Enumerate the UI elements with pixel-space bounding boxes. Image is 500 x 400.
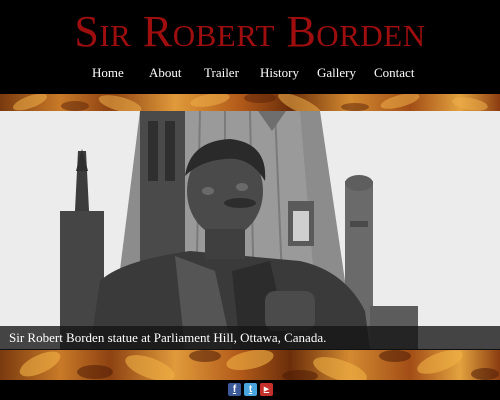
caption-bar: Sir Robert Borden statue at Parliament H… xyxy=(0,326,500,350)
site-header: Sir Robert Borden Home About Trailer His… xyxy=(0,0,500,94)
twitter-icon[interactable]: t xyxy=(244,383,257,396)
autumn-leaves-banner-bottom xyxy=(0,350,500,380)
main-nav: Home About Trailer History Gallery Conta… xyxy=(0,64,500,84)
site-title: Sir Robert Borden xyxy=(74,7,426,56)
hero-photo xyxy=(0,111,500,349)
nav-about[interactable]: About xyxy=(149,64,182,82)
autumn-leaves-banner-top xyxy=(0,94,500,111)
youtube-icon[interactable]: ▶ xyxy=(260,383,273,396)
nav-history[interactable]: History xyxy=(260,64,299,82)
hero-caption: Sir Robert Borden statue at Parliament H… xyxy=(9,330,327,345)
nav-trailer[interactable]: Trailer xyxy=(204,64,239,82)
nav-gallery[interactable]: Gallery xyxy=(317,64,356,82)
borden-statue-image xyxy=(0,111,500,349)
facebook-icon[interactable]: f xyxy=(228,383,241,396)
nav-home[interactable]: Home xyxy=(92,64,124,82)
nav-contact[interactable]: Contact xyxy=(374,64,414,82)
